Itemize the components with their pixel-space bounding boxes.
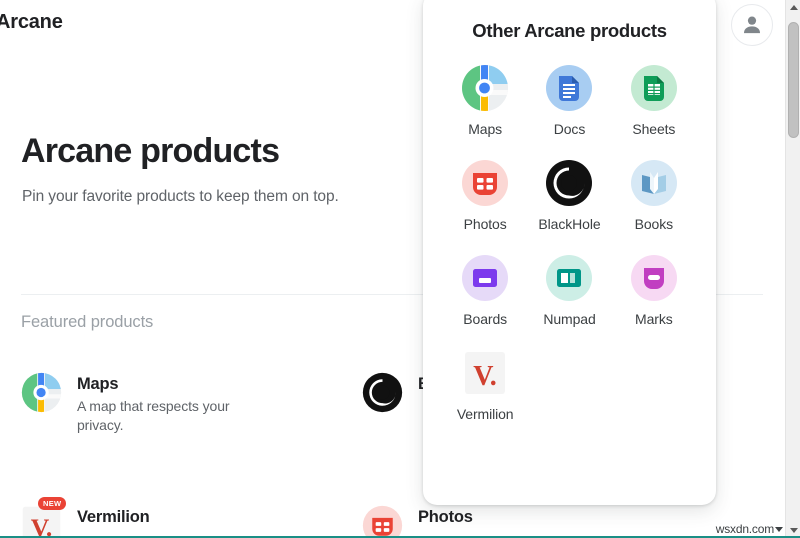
product-label: Maps bbox=[468, 121, 502, 137]
featured-item-text: Vermilion bbox=[77, 505, 149, 530]
product-item-marks[interactable]: Marks bbox=[612, 254, 696, 327]
svg-text:V.: V. bbox=[31, 513, 53, 538]
vermilion-icon: NEW V. bbox=[21, 505, 62, 538]
product-item-docs[interactable]: Docs bbox=[527, 64, 611, 137]
product-grid: Maps Docs bbox=[423, 64, 716, 422]
featured-item-text: Maps A map that respects your privacy. bbox=[77, 372, 277, 435]
featured-item-vermilion[interactable]: NEW V. Vermilion bbox=[21, 505, 149, 538]
product-item-photos[interactable]: Photos bbox=[443, 159, 527, 232]
featured-item-name: Vermilion bbox=[77, 507, 149, 527]
featured-item-text: Photos bbox=[418, 505, 473, 530]
marks-icon bbox=[630, 254, 678, 302]
numpad-icon bbox=[545, 254, 593, 302]
product-label: Marks bbox=[635, 311, 673, 327]
scroll-up-arrow-icon[interactable] bbox=[786, 0, 800, 15]
product-label: Boards bbox=[463, 311, 507, 327]
scrollbar-thumb[interactable] bbox=[788, 22, 799, 138]
page-subtitle: Pin your favorite products to keep them … bbox=[22, 186, 339, 208]
vermilion-icon: V. bbox=[461, 349, 509, 397]
popover-title: Other Arcane products bbox=[423, 20, 716, 42]
blackhole-icon bbox=[545, 159, 593, 207]
featured-products-label: Featured products bbox=[21, 313, 153, 332]
product-item-sheets[interactable]: Sheets bbox=[612, 64, 696, 137]
photos-icon bbox=[461, 159, 509, 207]
product-label: Books bbox=[635, 216, 673, 232]
maps-icon bbox=[21, 372, 62, 413]
product-label: Photos bbox=[464, 216, 507, 232]
account-avatar-icon bbox=[739, 12, 765, 38]
product-item-numpad[interactable]: Numpad bbox=[527, 254, 611, 327]
account-avatar[interactable] bbox=[731, 4, 773, 46]
watermark-text: wsxdn.com bbox=[716, 522, 774, 536]
photos-icon bbox=[362, 505, 403, 538]
maps-icon bbox=[461, 64, 509, 112]
featured-item-name: Maps bbox=[77, 374, 277, 394]
sheets-icon bbox=[630, 64, 678, 112]
brand-title: Arcane bbox=[0, 11, 63, 34]
product-item-vermilion[interactable]: V. Vermilion bbox=[443, 349, 527, 422]
product-item-maps[interactable]: Maps bbox=[443, 64, 527, 137]
product-label: BlackHole bbox=[538, 216, 600, 232]
product-item-boards[interactable]: Boards bbox=[443, 254, 527, 327]
watermark: wsxdn.com bbox=[712, 522, 783, 536]
svg-text:V.: V. bbox=[473, 361, 497, 392]
featured-item-photos[interactable]: Photos bbox=[362, 505, 473, 538]
product-item-books[interactable]: Books bbox=[612, 159, 696, 232]
featured-item-name: Photos bbox=[418, 507, 473, 527]
new-badge: NEW bbox=[38, 497, 66, 510]
app-root: Arcane Arcane products Pin your favorite… bbox=[0, 0, 800, 538]
blackhole-icon bbox=[362, 372, 403, 413]
boards-icon bbox=[461, 254, 509, 302]
page-title: Arcane products bbox=[21, 130, 279, 172]
product-label: Sheets bbox=[632, 121, 675, 137]
watermark-caret-icon bbox=[775, 527, 783, 532]
product-label: Docs bbox=[554, 121, 586, 137]
product-label: Vermilion bbox=[457, 406, 514, 422]
product-label: Numpad bbox=[543, 311, 595, 327]
vertical-scrollbar[interactable] bbox=[785, 0, 800, 538]
docs-icon bbox=[545, 64, 593, 112]
other-products-popover: Other Arcane products bbox=[423, 0, 716, 505]
featured-item-maps[interactable]: Maps A map that respects your privacy. bbox=[21, 372, 277, 435]
books-icon bbox=[630, 159, 678, 207]
product-item-blackhole[interactable]: BlackHole bbox=[527, 159, 611, 232]
featured-item-desc: A map that respects your privacy. bbox=[77, 397, 277, 435]
